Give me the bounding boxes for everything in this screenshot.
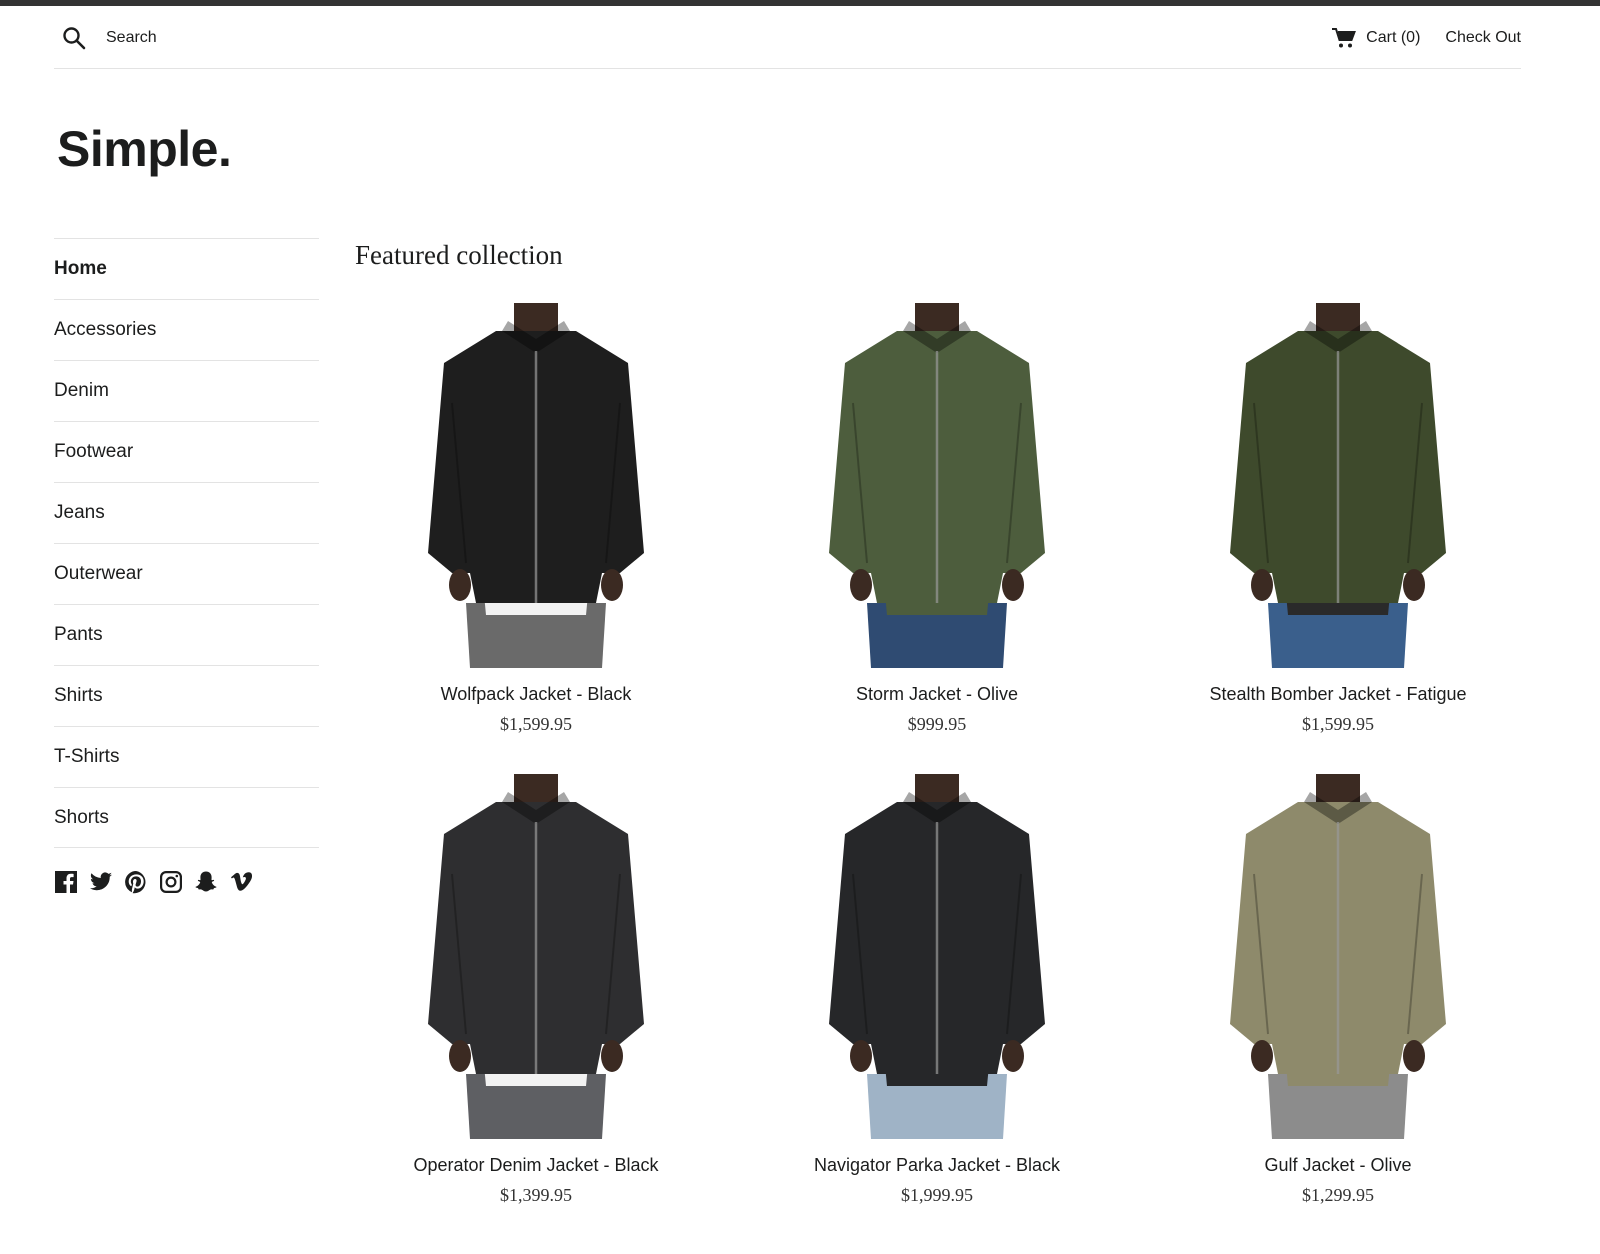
instagram-icon[interactable] (159, 870, 183, 894)
cart-label: Cart (0) (1366, 29, 1421, 46)
header-actions: Cart (0) Check Out (1332, 24, 1521, 52)
product-name[interactable]: Gulf Jacket - Olive (1138, 1155, 1538, 1176)
search-icon (63, 27, 86, 50)
site-header: Search Cart (0) Check Out (54, 6, 1521, 69)
product-price: $1,399.95 (500, 1185, 572, 1205)
sidebar-item-accessories[interactable]: Accessories (54, 299, 319, 360)
sidebar-item-jeans[interactable]: Jeans (54, 482, 319, 543)
product-card[interactable]: Navigator Parka Jacket - Black $1,999.95 (737, 774, 1137, 1206)
collection-title: Featured collection (355, 240, 563, 270)
product-image[interactable] (807, 303, 1067, 668)
product-card[interactable]: Stealth Bomber Jacket - Fatigue $1,599.95 (1138, 303, 1538, 735)
product-name[interactable]: Stealth Bomber Jacket - Fatigue (1138, 684, 1538, 705)
site-logo[interactable]: Simple. (57, 120, 232, 178)
product-card[interactable]: Wolfpack Jacket - Black $1,599.95 (336, 303, 736, 735)
product-card[interactable]: Operator Denim Jacket - Black $1,399.95 (336, 774, 736, 1206)
twitter-icon[interactable] (89, 870, 113, 894)
snapchat-icon[interactable] (194, 870, 218, 894)
sidebar-item-shorts[interactable]: Shorts (54, 787, 319, 848)
product-price: $1,999.95 (901, 1185, 973, 1205)
product-name[interactable]: Navigator Parka Jacket - Black (737, 1155, 1137, 1176)
product-name[interactable]: Wolfpack Jacket - Black (336, 684, 736, 705)
search-field[interactable]: Search (54, 24, 157, 52)
sidebar-item-footwear[interactable]: Footwear (54, 421, 319, 482)
sidebar-item-outerwear[interactable]: Outerwear (54, 543, 319, 604)
cart-link[interactable]: Cart (0) (1332, 27, 1420, 49)
product-price: $1,299.95 (1302, 1185, 1374, 1205)
sidebar-nav: Home Accessories Denim Footwear Jeans Outerwe… (54, 238, 319, 894)
checkout-link[interactable]: Check Out (1445, 29, 1521, 47)
sidebar-item-shirts[interactable]: Shirts (54, 665, 319, 726)
facebook-icon[interactable] (54, 870, 78, 894)
product-image[interactable] (406, 774, 666, 1139)
product-image[interactable] (807, 774, 1067, 1139)
product-card[interactable]: Gulf Jacket - Olive $1,299.95 (1138, 774, 1538, 1206)
sidebar-item-denim[interactable]: Denim (54, 360, 319, 421)
product-price: $999.95 (907, 714, 967, 734)
sidebar-item-pants[interactable]: Pants (54, 604, 319, 665)
product-price: $1,599.95 (500, 714, 572, 734)
pinterest-icon[interactable] (124, 870, 148, 894)
product-name[interactable]: Operator Denim Jacket - Black (336, 1155, 736, 1176)
sidebar-item-t-shirts[interactable]: T-Shirts (54, 726, 319, 787)
product-image[interactable] (1208, 303, 1468, 668)
search-placeholder: Search (106, 29, 157, 46)
social-links (54, 870, 319, 894)
product-image[interactable] (1208, 774, 1468, 1139)
cart-icon (1332, 28, 1357, 48)
product-name[interactable]: Storm Jacket - Olive (737, 684, 1137, 705)
product-card[interactable]: Storm Jacket - Olive $999.95 (737, 303, 1137, 735)
product-image[interactable] (406, 303, 666, 668)
product-price: $1,599.95 (1302, 714, 1374, 734)
sidebar-item-home[interactable]: Home (54, 238, 319, 299)
vimeo-icon[interactable] (229, 870, 253, 894)
